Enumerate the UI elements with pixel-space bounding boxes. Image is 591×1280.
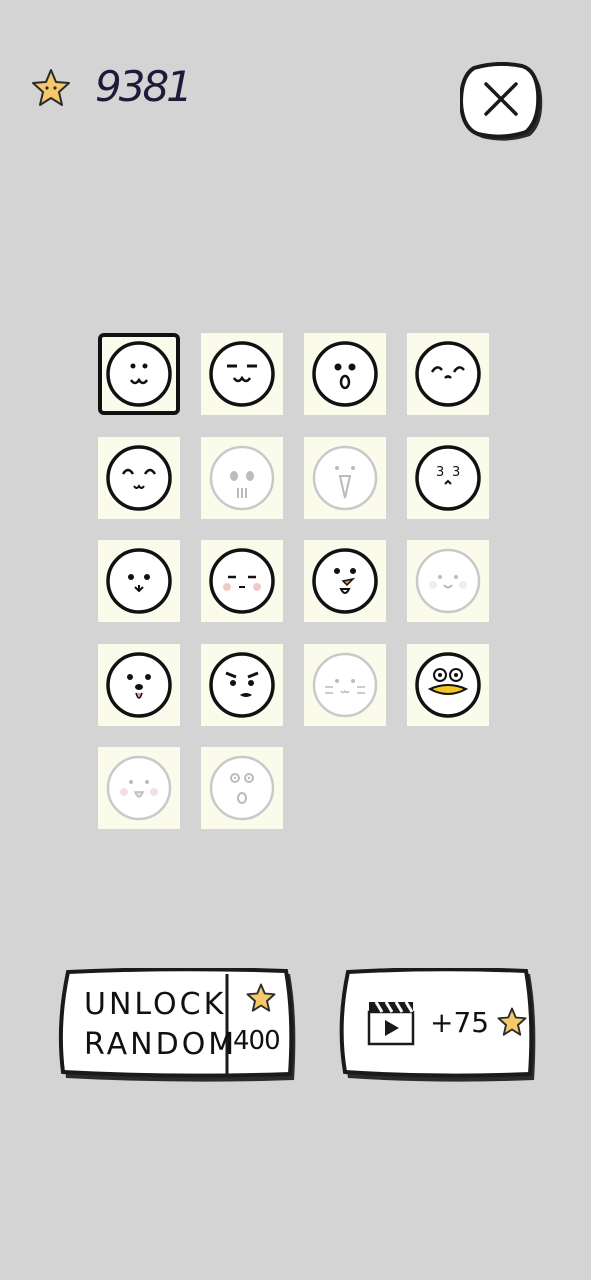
face-tile[interactable] [98,643,180,726]
face-tile[interactable] [201,540,283,622]
face-icon [209,341,275,407]
face-icon [312,548,378,614]
face-icon [312,445,378,510]
face-icon [209,445,275,510]
face-icon [209,651,275,718]
face-tile[interactable] [407,333,489,415]
face-tile[interactable] [98,436,180,519]
face-icon: 33 [415,444,481,511]
face-icon [415,548,481,614]
face-icon [106,444,172,511]
close-button[interactable] [460,62,546,144]
face-icon [106,651,172,718]
face-tile[interactable] [98,747,180,829]
top-bar: 9381 [0,0,591,141]
svg-text:3: 3 [436,465,444,480]
face-icon [106,341,172,407]
face-tile[interactable] [201,333,283,415]
face-tile[interactable] [201,747,283,829]
face-icon [209,548,275,614]
face-tile[interactable] [407,643,489,726]
star-icon [497,1007,527,1036]
face-icon [312,652,378,717]
reward-label: +75 [430,1006,490,1039]
svg-text:3: 3 [452,465,460,480]
face-tile[interactable] [407,540,489,622]
star-icon [32,69,70,106]
face-tile[interactable] [304,333,386,415]
unlock-random-label: UNLOCK RANDOM [84,985,238,1065]
face-icon [312,341,378,407]
face-tile[interactable] [304,436,386,519]
star-icon [246,983,276,1012]
face-tile[interactable] [201,436,283,519]
unlock-line-2: RANDOM [84,1027,238,1062]
face-tile[interactable] [304,643,386,726]
face-icon [415,341,481,407]
face-tile[interactable] [98,540,180,622]
unlock-cost: 400 [233,1026,281,1056]
face-icon [415,651,481,718]
score-value: 9381 [95,62,193,111]
face-icon [106,755,172,821]
face-tile[interactable] [201,643,283,726]
clapperboard-icon [367,1001,415,1046]
face-icon [106,548,172,614]
face-tile[interactable] [98,333,180,415]
face-icon [209,755,275,821]
face-grid: 33 [98,333,492,829]
unlock-line-1: UNLOCK [84,987,227,1022]
face-tile[interactable]: 33 [407,436,489,519]
face-tile[interactable] [304,540,386,622]
